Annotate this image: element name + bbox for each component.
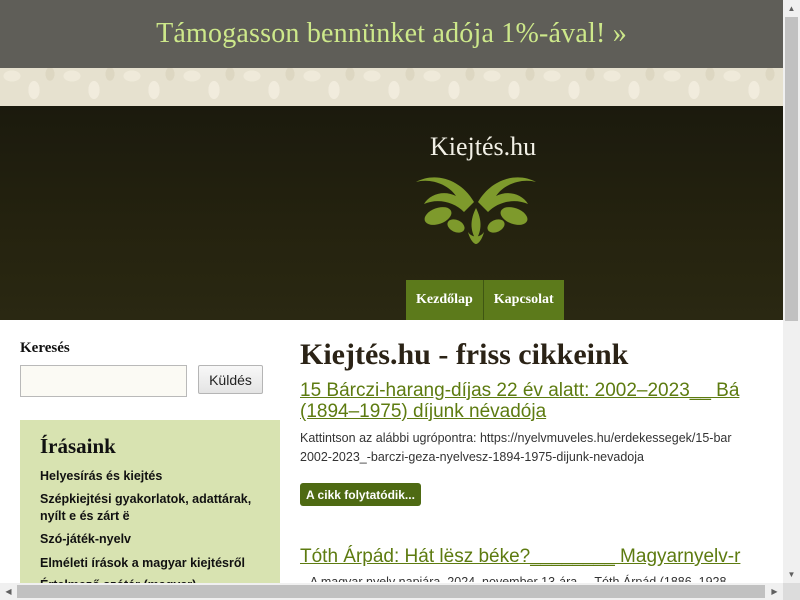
scroll-left-arrow-icon[interactable]: ◀ [0,583,17,600]
search-submit-button[interactable]: Küldés [198,365,263,394]
nav-home[interactable]: Kezdőlap [406,280,483,320]
sidebar-link-elmeleti[interactable]: Elméleti írások a magyar kiejtésről [40,555,270,572]
ornament-strip [0,68,783,106]
site-title[interactable]: Kiejtés.hu [430,132,536,162]
scrollbar-corner [783,583,800,600]
search-label: Keresés [20,340,70,356]
sidebar-box-title: Írásaink [40,434,116,458]
scroll-up-arrow-icon[interactable]: ▲ [783,0,800,17]
article-1-title-line-1[interactable]: 15 Bárczi-harang-díjas 22 év alatt: 2002… [300,380,739,401]
vertical-scrollbar[interactable]: ▲ ▼ [783,0,800,583]
articles-sidebar-box: Írásaink Helyesírás és kiejtés Szépkiejt… [20,420,280,600]
read-more-button[interactable]: A cikk folytatódik... [300,483,421,506]
scroll-down-arrow-icon[interactable]: ▼ [783,566,800,583]
horizontal-scroll-thumb[interactable] [17,585,765,598]
main-content: Kiejtés.hu - friss cikkeink 15 Bárczi-ha… [300,320,783,582]
article-2-excerpt: – A magyar nyelv napjára, 2024. november… [300,575,727,582]
sidebar-link-helyesiras[interactable]: Helyesírás és kiejtés [40,468,270,485]
search-input[interactable] [20,365,187,397]
support-banner-link[interactable]: Támogasson bennünket adója 1%-ával! » [156,18,627,50]
site-header: Kiejtés.hu Kezdőlap Kapcsolat [0,106,783,320]
nav-contact[interactable]: Kapcsolat [482,280,564,320]
horizontal-scrollbar[interactable]: ◀ ▶ [0,583,783,600]
article-1-excerpt-line-2: 2002-2023_-barczi-geza-nyelvesz-1894-197… [300,450,644,464]
sidebar-link-szepkiejtes[interactable]: Szépkiejtési gyakorlatok, adattárak, nyí… [40,491,270,525]
article-2-title[interactable]: Tóth Árpád: Hát lësz béke?________ Magya… [300,546,740,567]
leaf-ornament-logo-icon [416,177,536,244]
page-title: Kiejtés.hu - friss cikkeink [300,338,629,371]
support-banner: Támogasson bennünket adója 1%-ával! » [0,0,783,68]
scroll-right-arrow-icon[interactable]: ▶ [766,583,783,600]
article-1-title-line-2[interactable]: (1894–1975) díjunk névadója [300,401,546,422]
main-nav: Kezdőlap Kapcsolat [406,280,564,320]
sidebar-link-szo-jatek[interactable]: Szó-játék-nyelv [40,531,270,548]
vertical-scroll-thumb[interactable] [785,17,798,321]
article-1-excerpt-line-1: Kattintson az alábbi ugrópontra: https:/… [300,431,732,445]
